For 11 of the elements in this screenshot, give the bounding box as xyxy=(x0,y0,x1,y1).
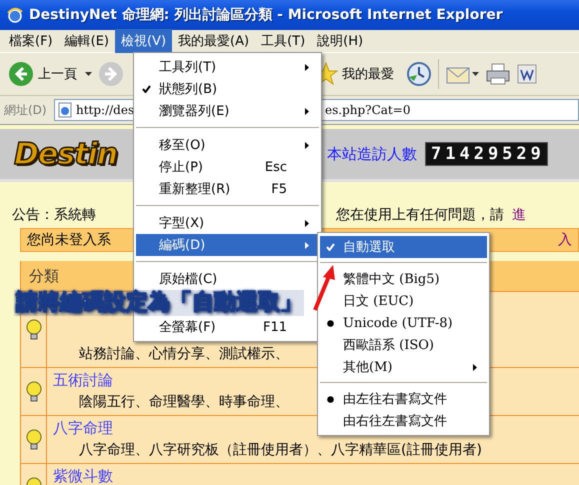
forum-description: 站務討論、心情分享、測試權示、 xyxy=(78,345,289,363)
forum-description: 陰陽五行、命理醫學、時事命理、 xyxy=(78,393,289,411)
site-logo: Destin xyxy=(13,136,118,172)
category-heading: 分類 xyxy=(28,266,59,286)
notice-text: 您在使用上有任何問題，請 xyxy=(335,206,504,224)
visitor-counter: 71429529 xyxy=(425,142,548,166)
address-label: 網址(D) xyxy=(4,102,48,118)
notice-text: 公告：系統轉 xyxy=(11,206,97,224)
login-status-text: 您尚未登入系 xyxy=(26,231,111,249)
forum-description: 八字命理、八字研究板（註冊使用者）、八字精華區(註冊使用者) xyxy=(78,441,482,459)
window-title: DestinyNet 命理網: 列出討論區分類 - Microsoft Internet Explorer xyxy=(29,6,503,24)
